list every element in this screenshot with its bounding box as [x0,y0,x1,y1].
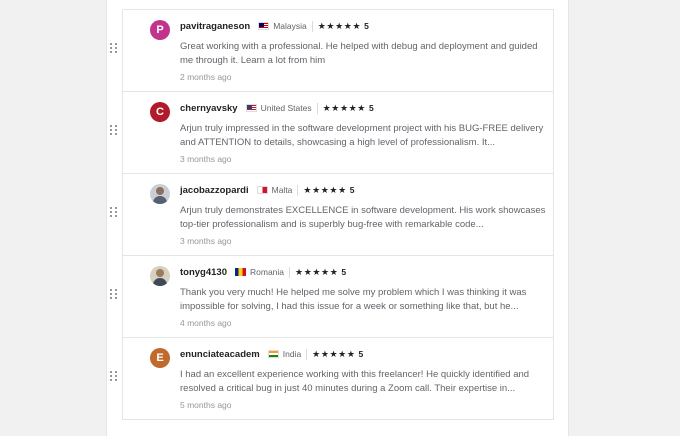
review-text: Thank you very much! He helped me solve … [180,287,527,312]
star-rating-icon: ★★★★★ [312,348,356,359]
divider [289,266,291,278]
drag-handle-icon[interactable] [110,207,118,217]
review-card[interactable]: tonyg4130 Romania ★★★★★ 5 Thank you very… [110,255,554,337]
romania-flag-icon [235,268,246,276]
review-text: I had an excellent experience working wi… [180,369,530,394]
india-flag-icon [267,350,279,358]
review-card[interactable]: E enunciateacadem India ★★★★★ 5 I had an… [110,337,554,420]
reviewer-country: Malaysia [273,21,307,31]
review-time: 3 months ago [180,236,232,246]
review-text: Arjun truly impressed in the software de… [180,123,544,148]
drag-handle-icon[interactable] [110,43,118,53]
review-card[interactable]: C chernyavsky United States ★★★★★ 5 Arju… [110,91,554,173]
rating-value: 5 [349,185,355,195]
review-time: 2 months ago [180,72,232,82]
divider [311,20,313,32]
rating-value: 5 [341,267,347,277]
rating-value: 5 [368,103,374,113]
reviewer-country: Romania [250,267,285,277]
review-header: tonyg4130 Romania ★★★★★ 5 [180,264,346,280]
review-time: 3 months ago [180,154,232,164]
review-header: enunciateacadem India ★★★★★ 5 [180,346,363,362]
reviewer-username[interactable]: tonyg4130 [180,267,227,278]
reviewer-country: United States [260,103,312,113]
reviewer-country: Malta [271,185,293,195]
review-time: 4 months ago [180,318,232,328]
reviewer-username[interactable]: chernyavsky [180,103,238,114]
reviewer-country: India [282,349,302,359]
malta-flag-icon [256,186,268,194]
rating-value: 5 [358,349,364,359]
review-text: Arjun truly demonstrates EXCELLENCE in s… [180,205,546,230]
avatar[interactable]: E [150,348,170,368]
review-header: chernyavsky United States ★★★★★ 5 [180,100,374,116]
review-text: Great working with a professional. He he… [180,41,538,66]
reviewer-username[interactable]: enunciateacadem [180,349,260,360]
avatar[interactable] [150,184,170,204]
divider [297,184,299,196]
review-header: pavitraganeson Malaysia ★★★★★ 5 [180,18,369,34]
review-card[interactable]: P pavitraganeson Malaysia ★★★★★ 5 Great … [110,9,554,91]
reviews-list: P pavitraganeson Malaysia ★★★★★ 5 Great … [110,9,554,420]
divider [306,348,308,360]
review-card[interactable]: jacobazzopardi Malta ★★★★★ 5 Arjun truly… [110,173,554,255]
drag-handle-icon[interactable] [110,125,118,135]
star-rating-icon: ★★★★★ [317,20,362,31]
drag-handle-icon[interactable] [110,371,118,381]
star-rating-icon: ★★★★★ [303,184,347,195]
review-header: jacobazzopardi Malta ★★★★★ 5 [180,182,355,198]
malaysia-flag-icon [258,22,270,30]
divider [316,102,318,114]
rating-value: 5 [364,21,369,31]
drag-handle-icon[interactable] [110,289,118,299]
reviewer-username[interactable]: jacobazzopardi [180,185,249,196]
united-states-flag-icon [245,104,257,112]
avatar[interactable]: P [150,20,170,40]
avatar[interactable] [150,266,170,286]
avatar[interactable]: C [150,102,170,122]
star-rating-icon: ★★★★★ [322,102,366,113]
review-time: 5 months ago [180,400,232,410]
star-rating-icon: ★★★★★ [295,266,339,277]
reviewer-username[interactable]: pavitraganeson [180,21,250,32]
reviews-panel: P pavitraganeson Malaysia ★★★★★ 5 Great … [106,0,569,436]
